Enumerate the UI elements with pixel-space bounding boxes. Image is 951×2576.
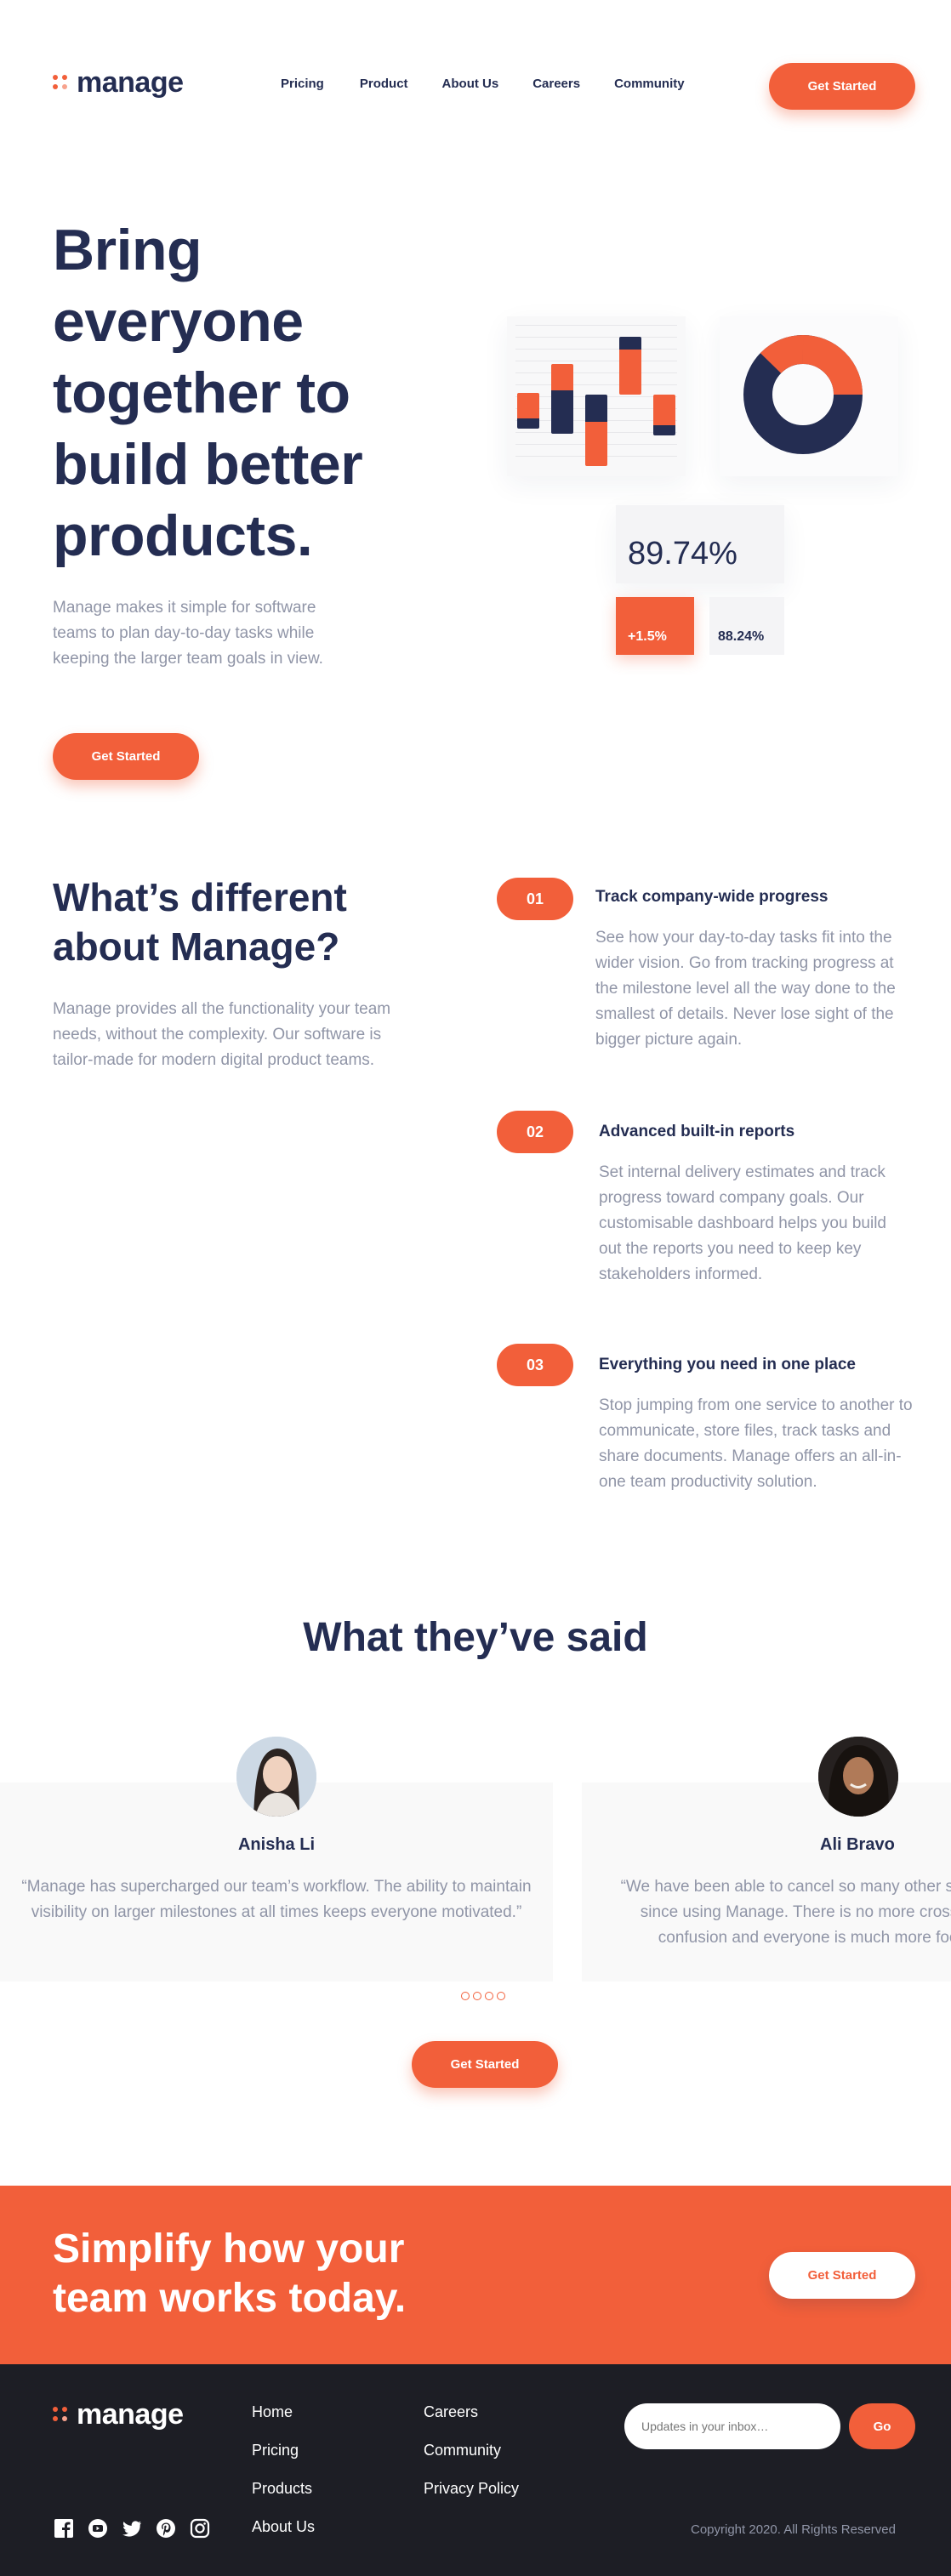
feature-body: See how your day-to-day tasks fit into t… [595,929,896,1049]
footer-logo-text: manage [77,2398,184,2431]
donut-chart-icon [743,334,863,454]
carousel-dots [461,1992,505,2000]
nav-about-us[interactable]: About Us [442,77,499,91]
youtube-icon[interactable] [87,2517,109,2539]
stat-secondary-card: 88.24% [709,597,784,655]
logo[interactable]: manage [53,66,184,99]
feature-number-badge: 01 [497,878,573,920]
donut-chart-illustration [720,316,898,476]
nav-product[interactable]: Product [360,77,408,91]
testimonial-card: Ali Bravo “We have been able to cancel s… [582,1783,951,1982]
avatar [236,1737,316,1817]
testimonial-quote: “We have been able to cancel so many oth… [620,1878,951,1947]
stat-secondary-value: 88.24% [718,629,765,644]
hero-title: Bring everyone together to build better … [53,218,363,568]
testimonials-title: What they’ve said [303,1615,648,1660]
stat-change-card: +1.5% [616,597,694,655]
testimonial-quote: “Manage has supercharged our team’s work… [21,1878,532,1921]
footer-link-home[interactable]: Home [252,2403,293,2421]
footer-logo[interactable]: manage [53,2398,184,2431]
site-footer: manage Home Pricing Products About Us Ca… [0,2364,951,2576]
footer-link-careers[interactable]: Careers [424,2403,478,2421]
testimonial-name: Ali Bravo [820,1835,895,1854]
footer-link-about-us[interactable]: About Us [252,2518,315,2536]
cta-banner: Simplify how your team works today. Get … [0,2186,951,2364]
cta-get-started-button[interactable]: Get Started [769,2252,915,2299]
feature-title: Track company-wide progress [595,888,829,906]
stat-main-value: 89.74% [628,536,737,571]
illus-bar [653,395,675,435]
carousel-dot[interactable] [461,1992,470,2000]
social-links [53,2517,211,2539]
testimonial-name: Anisha Li [237,1835,315,1854]
carousel-dot[interactable] [485,1992,493,2000]
stat-change-value: +1.5% [628,629,667,644]
footer-link-community[interactable]: Community [424,2442,501,2459]
avatar [818,1737,898,1817]
logo-mark-icon [53,2407,68,2422]
newsletter-go-button[interactable]: Go [849,2403,915,2449]
hero-get-started-button[interactable]: Get Started [53,733,199,780]
pinterest-icon[interactable] [155,2517,177,2539]
feature-number-badge: 02 [497,1111,573,1153]
stat-card: 89.74% [616,505,784,583]
illus-bar [517,393,539,429]
facebook-icon[interactable] [53,2517,75,2539]
feature-title: Everything you need in one place [599,1356,856,1373]
carousel-dot[interactable] [497,1992,505,2000]
instagram-icon[interactable] [189,2517,211,2539]
logo-text: manage [77,66,184,99]
copyright-text: Copyright 2020. All Rights Reserved [691,2522,896,2537]
bar-chart-illustration [507,316,686,476]
features-description: Manage provides all the functionality yo… [53,1000,391,1069]
logo-mark-icon [53,75,68,90]
site-header: manage Pricing Product About Us Careers … [0,0,951,170]
nav-community[interactable]: Community [614,77,685,91]
footer-link-products[interactable]: Products [252,2480,312,2498]
illus-bar [551,364,573,434]
feature-title: Advanced built-in reports [599,1123,795,1140]
feature-number-badge: 03 [497,1344,573,1386]
twitter-icon[interactable] [121,2517,143,2539]
testimonials-get-started-button[interactable]: Get Started [412,2041,558,2088]
illus-bar [619,337,641,395]
hero-description: Manage makes it simple for software team… [53,599,323,668]
cta-title: Simplify how your team works today. [53,2226,407,2321]
feature-body: Stop jumping from one service to another… [599,1396,913,1491]
illus-bar [585,395,607,466]
newsletter-email-input[interactable] [624,2403,840,2449]
footer-link-privacy-policy[interactable]: Privacy Policy [424,2480,519,2498]
footer-link-pricing[interactable]: Pricing [252,2442,299,2459]
nav-pricing[interactable]: Pricing [281,77,324,91]
features-title: What’s different about Manage? [53,875,347,969]
nav-careers[interactable]: Careers [532,77,580,91]
feature-body: Set internal delivery estimates and trac… [599,1163,886,1283]
main-nav: Pricing Product About Us Careers Communi… [281,77,685,91]
carousel-dot[interactable] [473,1992,481,2000]
header-get-started-button[interactable]: Get Started [769,63,915,110]
